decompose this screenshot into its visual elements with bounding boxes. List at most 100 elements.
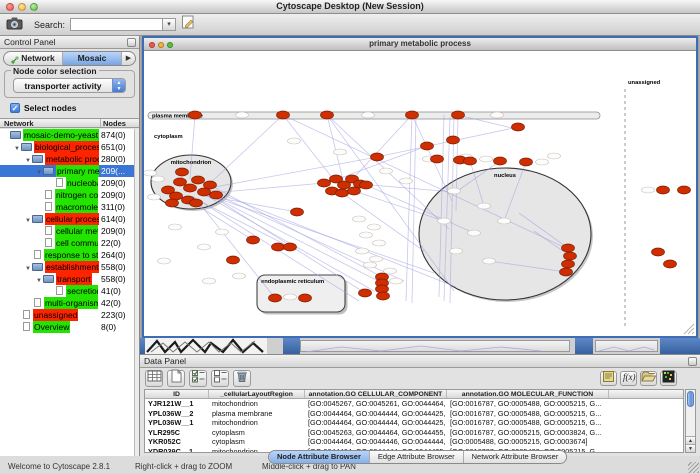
network-canvas[interactable]: plasma membranecytoplasmmitochondrionnuc… xyxy=(144,51,696,336)
network-node[interactable] xyxy=(512,123,525,131)
tab-mosaic[interactable]: Mosaic xyxy=(63,52,122,65)
network-node[interactable] xyxy=(204,181,217,189)
scrollbar-thumb[interactable] xyxy=(687,391,694,407)
column-header-1[interactable]: _cellularLayoutRegion xyxy=(209,390,305,398)
network-node[interactable] xyxy=(176,168,189,176)
network-maximize-button[interactable] xyxy=(167,42,173,48)
unselect-attr-button[interactable] xyxy=(211,370,229,387)
network-node[interactable] xyxy=(192,176,205,184)
delete-attr-button[interactable] xyxy=(233,370,251,387)
select-nodes-checkbox[interactable]: ✓ xyxy=(10,103,20,113)
network-node[interactable] xyxy=(189,111,202,119)
column-header-3[interactable]: annotation.GO MOLECULAR_FUNCTION xyxy=(447,390,609,398)
tree-row-cell-communicat[interactable]: cell communicat22(0) xyxy=(0,237,134,249)
network-node[interactable] xyxy=(421,142,434,150)
network-node[interactable] xyxy=(272,243,285,251)
table-scrollbar[interactable]: ▲ ▼ xyxy=(685,389,696,453)
tree-row-cellular-process[interactable]: ▼cellular process614(0) xyxy=(0,213,134,225)
select-attr-button[interactable] xyxy=(189,370,207,387)
tree-col-network[interactable]: Network xyxy=(0,119,101,127)
fx-button[interactable]: f(x) xyxy=(620,371,637,386)
matrix-button[interactable] xyxy=(660,371,677,386)
tree-row-multi-organism-pro[interactable]: multi-organism pro42(0) xyxy=(0,297,134,309)
tree-row-macromolecule[interactable]: macromolecule311(0) xyxy=(0,201,134,213)
network-node[interactable] xyxy=(371,153,384,161)
network-node[interactable] xyxy=(359,289,372,297)
tab-network-attribute-browser[interactable]: Network Attribute Browser xyxy=(464,451,567,463)
network-node[interactable] xyxy=(520,158,533,166)
network-node[interactable] xyxy=(464,157,477,165)
network-node[interactable] xyxy=(562,244,575,252)
network-node[interactable] xyxy=(174,178,187,186)
table-row[interactable]: YLR295Ccytoplasm[GO:0045263, GO:0044464,… xyxy=(145,428,683,438)
network-node[interactable] xyxy=(562,260,575,268)
search-dropdown-button[interactable]: ▾ xyxy=(162,18,176,31)
network-node[interactable] xyxy=(360,181,373,189)
network-node[interactable] xyxy=(277,111,290,119)
table-row[interactable]: YKR052Ccytoplasm[GO:0044464, GO:0044446,… xyxy=(145,437,683,447)
tree-row-response-to-stimulu[interactable]: response to stimulu264(0) xyxy=(0,249,134,261)
network-node[interactable] xyxy=(431,155,444,163)
network-node[interactable] xyxy=(560,268,573,276)
network-node[interactable] xyxy=(284,243,297,251)
tree-row-establishment-of-lo[interactable]: ▼establishment of lo558(0) xyxy=(0,261,134,273)
load-attr-button[interactable] xyxy=(640,371,657,386)
maximize-button[interactable] xyxy=(30,3,38,11)
network-node[interactable] xyxy=(657,186,670,194)
network-node[interactable] xyxy=(447,136,460,144)
network-node[interactable] xyxy=(564,252,577,260)
notepad-button[interactable] xyxy=(600,371,617,386)
network-node[interactable] xyxy=(336,189,349,197)
tree-row-primary-metabo[interactable]: ▼primary metabo209(... xyxy=(0,165,134,177)
network-node[interactable] xyxy=(452,111,465,119)
column-header-2[interactable]: annotation.GO CELLULAR_COMPONENT xyxy=(305,390,447,398)
table-row[interactable]: YPL036W__2plasma membrane[GO:0044464, GO… xyxy=(145,409,683,419)
tab-edge-attribute-browser[interactable]: Edge Attribute Browser xyxy=(370,451,464,463)
network-node[interactable] xyxy=(269,294,282,302)
network-node[interactable] xyxy=(299,294,312,302)
network-node[interactable] xyxy=(318,179,331,187)
table-row[interactable]: YJR121W__1mitochondrion[GO:0045267, GO:0… xyxy=(145,399,683,409)
network-node[interactable] xyxy=(664,260,677,268)
network-node[interactable] xyxy=(678,186,691,194)
network-node[interactable] xyxy=(348,187,361,195)
network-node[interactable] xyxy=(227,256,240,264)
search-input[interactable] xyxy=(70,18,162,31)
tree-row-secretion[interactable]: secretion41(0) xyxy=(0,285,134,297)
tree-row-nucleobase-[interactable]: nucleobase-209(0) xyxy=(0,177,134,189)
table-row[interactable]: YPL036W__1mitochondrion[GO:0044464, GO:0… xyxy=(145,418,683,428)
tree-col-nodes[interactable]: Nodes xyxy=(101,119,139,127)
network-node[interactable] xyxy=(210,191,223,199)
column-header-0[interactable]: ID xyxy=(145,390,209,398)
tree-row-unassigned[interactable]: unassigned223(0) xyxy=(0,309,134,321)
tree-row-transport[interactable]: ▼transport558(0) xyxy=(0,273,134,285)
resize-grip[interactable] xyxy=(688,462,699,473)
annotation-button[interactable] xyxy=(177,15,198,34)
network-node[interactable] xyxy=(652,248,665,256)
float-panel-icon[interactable] xyxy=(688,357,697,366)
snapshot-button[interactable] xyxy=(4,16,25,35)
network-node[interactable] xyxy=(377,292,390,300)
tree-row-overview[interactable]: Overview8(0) xyxy=(0,321,134,333)
network-window-titlebar[interactable]: primary metabolic process xyxy=(144,38,696,51)
scroll-up-icon[interactable]: ▲ xyxy=(686,436,695,444)
network-node[interactable] xyxy=(184,184,197,192)
new-attr-button[interactable] xyxy=(167,370,185,387)
network-minimize-button[interactable] xyxy=(158,42,164,48)
network-node[interactable] xyxy=(166,199,179,207)
network-node[interactable] xyxy=(321,111,334,119)
tab-overflow-button[interactable]: ▶ xyxy=(122,52,135,65)
tree-row-biological-process[interactable]: ▼biological_process651(0) xyxy=(0,141,134,153)
network-node[interactable] xyxy=(190,199,203,207)
network-node[interactable] xyxy=(406,111,419,119)
attr-table-button[interactable] xyxy=(145,370,163,387)
tree-row-cellular-metabo[interactable]: cellular metabo209(0) xyxy=(0,225,134,237)
network-node[interactable] xyxy=(291,208,304,216)
tree-row-nitrogen-compo[interactable]: nitrogen compo209(0) xyxy=(0,189,134,201)
tab-node-attribute-browser[interactable]: Node Attribute Browser xyxy=(269,451,370,463)
network-node[interactable] xyxy=(494,157,507,165)
tab-network[interactable]: Network xyxy=(4,52,63,65)
float-panel-icon[interactable] xyxy=(127,38,136,47)
network-close-button[interactable] xyxy=(149,42,155,48)
node-color-dropdown[interactable]: transporter activity ▲▼ xyxy=(13,78,126,93)
